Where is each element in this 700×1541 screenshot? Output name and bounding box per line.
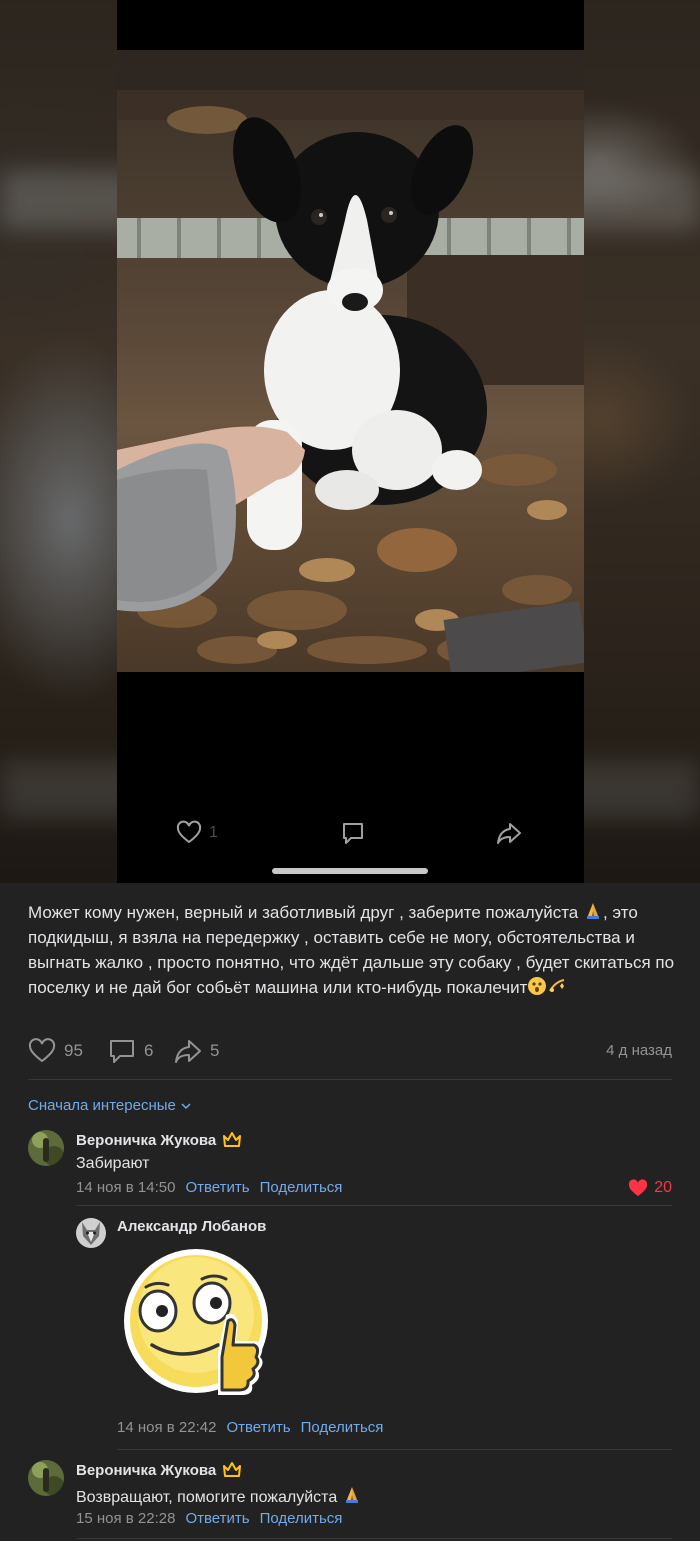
viewer-like-button[interactable]: 1 — [175, 815, 218, 851]
viewer-action-bar: 1 — [117, 815, 584, 855]
post-text: Может кому нужен, верный и заботливый др… — [28, 900, 676, 1000]
post-share-count: 5 — [210, 1041, 220, 1060]
share-icon — [497, 823, 521, 844]
media-viewer: 1 — [0, 0, 700, 883]
viewer-share-button[interactable] — [495, 815, 523, 851]
puppy-photo[interactable] — [117, 50, 584, 672]
comment-like-count: 20 — [654, 1179, 672, 1196]
home-indicator — [272, 868, 428, 874]
comment-timestamp: 15 ноя в 22:28 — [76, 1510, 176, 1527]
post-comment-count: 6 — [144, 1041, 154, 1060]
avatar[interactable] — [28, 1130, 64, 1166]
post-like-button[interactable]: 95 — [28, 1037, 83, 1065]
post-share-button[interactable]: 5 — [174, 1037, 219, 1065]
comment-text: Забирают — [76, 1155, 150, 1172]
comment-author-name: Вероничка Жукова — [76, 1461, 217, 1479]
post-text-part: Может кому нужен, верный и заботливый др… — [28, 903, 583, 922]
video-frame[interactable] — [117, 0, 584, 883]
avatar-image — [76, 1218, 106, 1248]
post-timestamp: 4 д назад — [606, 1042, 672, 1059]
comments-sort-label: Сначала интересные — [28, 1097, 176, 1114]
comment-meta: 14 ноя в 22:42 Ответить Поделиться — [117, 1419, 383, 1436]
viewer-comment-button[interactable] — [339, 815, 367, 851]
avatar-image — [28, 1130, 64, 1166]
share-comment-button[interactable]: Поделиться — [301, 1419, 384, 1436]
comment-author[interactable]: Вероничка Жукова — [76, 1131, 242, 1149]
comment-author-name: Александр Лобанов — [117, 1218, 267, 1235]
praying-hands-icon — [586, 903, 599, 919]
comment-timestamp: 14 ноя в 14:50 — [76, 1179, 176, 1196]
chevron-down-icon — [181, 1102, 191, 1109]
divider — [28, 1079, 672, 1080]
comment-author-name: Вероничка Жукова — [76, 1131, 217, 1149]
heart-filled-icon — [629, 1179, 648, 1196]
dizzy-icon — [549, 979, 565, 992]
crown-icon — [223, 1462, 242, 1477]
comment-text: Возвращают, помогите пожалуйста — [76, 1485, 362, 1507]
reply-button[interactable]: Ответить — [185, 1179, 249, 1196]
heart-outline-icon — [28, 1038, 56, 1063]
reply-button[interactable]: Ответить — [185, 1510, 249, 1527]
comment-timestamp: 14 ноя в 22:42 — [117, 1419, 217, 1436]
share-comment-button[interactable]: Поделиться — [260, 1179, 343, 1196]
comment-meta: 15 ноя в 22:28 Ответить Поделиться — [76, 1510, 342, 1527]
post-stats: 95 6 5 4 д назад — [28, 1037, 672, 1067]
praying-hands-icon — [345, 1487, 358, 1503]
heart-outline-icon — [176, 820, 202, 844]
divider — [76, 1538, 672, 1539]
comment-icon — [110, 1040, 134, 1063]
comments-sort-dropdown[interactable]: Сначала интересные — [28, 1097, 192, 1114]
puppy-illustration — [117, 50, 584, 672]
reply-button[interactable]: Ответить — [226, 1419, 290, 1436]
avatar[interactable] — [28, 1460, 64, 1496]
comment-author[interactable]: Вероничка Жукова — [76, 1461, 242, 1479]
comment-like-button[interactable]: 20 — [628, 1178, 672, 1198]
share-icon — [175, 1040, 201, 1063]
avatar[interactable] — [76, 1218, 106, 1248]
astonished-face-icon — [528, 977, 547, 995]
thumbs-up-smiley-sticker[interactable] — [122, 1245, 274, 1405]
comment-meta: 14 ноя в 14:50 Ответить Поделиться — [76, 1179, 342, 1196]
comment-icon — [343, 823, 363, 844]
post-comment-button[interactable]: 6 — [108, 1037, 153, 1065]
comment-author[interactable]: Александр Лобанов — [117, 1218, 266, 1235]
divider — [76, 1205, 672, 1206]
crown-icon — [223, 1132, 242, 1147]
viewer-like-count: 1 — [209, 824, 218, 841]
divider — [117, 1449, 672, 1450]
comment-text-content: Возвращают, помогите пожалуйста — [76, 1489, 338, 1506]
share-comment-button[interactable]: Поделиться — [260, 1510, 343, 1527]
avatar-image — [28, 1460, 64, 1496]
sticker-image — [124, 1249, 268, 1395]
post-like-count: 95 — [64, 1041, 83, 1060]
